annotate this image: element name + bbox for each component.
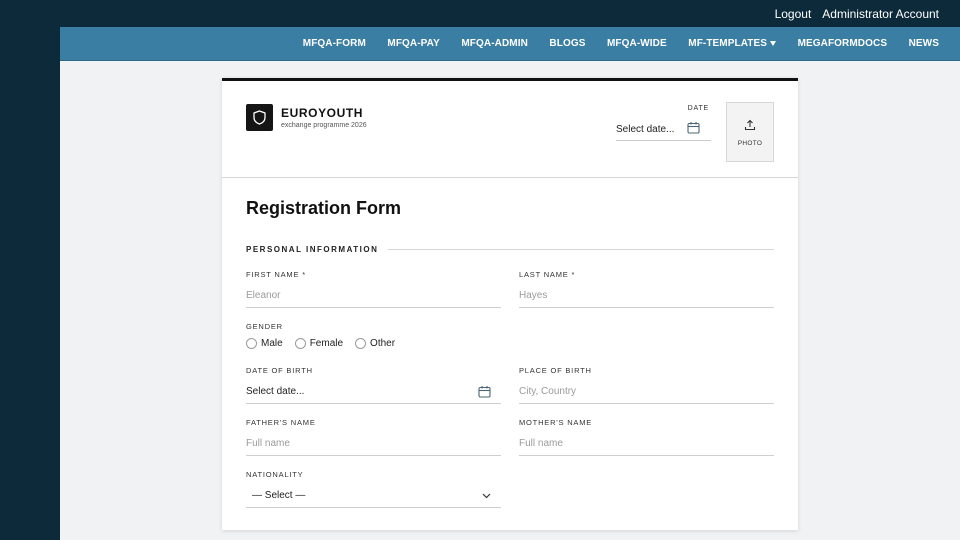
nav-item-mfqa-form[interactable]: MFQA-FORM — [303, 38, 366, 49]
gender-option-male[interactable]: Male — [246, 338, 283, 349]
last-name-label: LAST NAME — [519, 270, 569, 279]
father-name-label: FATHER'S NAME — [246, 418, 316, 427]
nav-label: MFQA-PAY — [387, 38, 440, 49]
nav-label: MF-TEMPLATES — [688, 38, 768, 49]
section-title: PERSONAL INFORMATION — [246, 245, 379, 254]
nationality-value: — Select — — [252, 490, 306, 501]
nav-item-megaformdocs[interactable]: MEGAFORMDOCS — [798, 38, 888, 49]
radio-button[interactable] — [294, 338, 306, 349]
radio-label: Female — [309, 338, 344, 349]
shield-icon — [246, 104, 273, 131]
first-name-placeholder: Eleanor — [246, 290, 281, 301]
mother-name-label: MOTHER'S NAME — [519, 418, 593, 427]
mother-name-field: MOTHER'S NAME Full name — [519, 418, 774, 456]
nationality-select[interactable]: — Select — — [246, 484, 501, 508]
gender-label: GENDER — [246, 322, 283, 331]
brand-name: EUROYOUTH — [281, 106, 364, 120]
header-date-value: Select date... — [616, 123, 675, 135]
pob-label: PLACE OF BIRTH — [519, 366, 592, 375]
dob-input[interactable]: Select date... — [246, 380, 501, 404]
last-name-input[interactable]: Hayes — [519, 284, 774, 308]
father-name-placeholder: Full name — [246, 438, 290, 449]
father-name-field: FATHER'S NAME Full name — [246, 418, 501, 456]
nav-label: MFQA-WIDE — [606, 38, 667, 49]
section-divider — [388, 249, 774, 250]
nationality-field: NATIONALITY — Select — — [246, 470, 501, 508]
first-name-label: FIRST NAME — [246, 270, 300, 279]
last-name-placeholder: Hayes — [519, 290, 548, 301]
radio-label: Male — [261, 338, 283, 349]
header-divider — [222, 177, 798, 178]
nationality-label: NATIONALITY — [246, 470, 304, 479]
dob-value: Select date... — [246, 386, 305, 397]
gender-option-female[interactable]: Female — [294, 338, 344, 349]
header-date-input[interactable]: Select date... — [616, 118, 711, 141]
nav-item-mfqa-wide[interactable]: MFQA-WIDE — [607, 38, 667, 49]
nav-label: MEGAFORMDOCS — [797, 38, 888, 49]
pob-input[interactable]: City, Country — [519, 380, 774, 404]
calendar-icon[interactable] — [687, 121, 700, 137]
dob-field: DATE OF BIRTH Select date... — [246, 366, 501, 404]
nav-item-mfqa-admin[interactable]: MFQA-ADMIN — [461, 38, 528, 49]
dob-label: DATE OF BIRTH — [246, 366, 313, 375]
left-sidebar — [0, 27, 60, 540]
nav-item-news[interactable]: NEWS — [909, 38, 939, 49]
nav-label: NEWS — [908, 38, 939, 49]
first-name-input[interactable]: Eleanor — [246, 284, 501, 308]
father-name-input[interactable]: Full name — [246, 432, 501, 456]
header-date-field: DATE Select date... — [616, 105, 711, 141]
radio-button[interactable] — [246, 338, 257, 349]
mother-name-placeholder: Full name — [519, 438, 563, 449]
upload-icon — [744, 118, 756, 136]
first-name-field: FIRST NAME * Eleanor — [246, 270, 501, 308]
top-bar: Logout Administrator Account — [0, 0, 960, 27]
gender-field: GENDER — [246, 322, 501, 331]
pob-placeholder: City, Country — [519, 386, 577, 397]
radio-label: Other — [370, 338, 396, 349]
header-date-label: DATE — [687, 105, 709, 112]
account-link[interactable]: Administrator Account — [822, 7, 939, 21]
registration-card: EUROYOUTH exchange programme 2026 DATE S… — [222, 78, 798, 530]
gender-radio-group: Male Female Other — [246, 338, 407, 349]
radio-button[interactable] — [355, 338, 367, 349]
caret-down-icon — [770, 41, 777, 46]
nav-item-blogs[interactable]: BLOGS — [549, 38, 585, 49]
nav-label: MFQA-ADMIN — [461, 38, 528, 49]
photo-upload[interactable]: PHOTO — [726, 102, 774, 162]
nav-label: MFQA-FORM — [302, 38, 366, 49]
required-marker: * — [302, 270, 306, 279]
main-nav: MFQA-FORM MFQA-PAY MFQA-ADMIN BLOGS MFQA… — [60, 27, 960, 61]
required-marker: * — [571, 270, 576, 279]
nav-label: BLOGS — [549, 38, 586, 49]
mother-name-input[interactable]: Full name — [519, 432, 774, 456]
calendar-icon[interactable] — [478, 385, 491, 398]
photo-label: PHOTO — [737, 139, 763, 147]
gender-option-other[interactable]: Other — [355, 338, 395, 349]
form-title: Registration Form — [246, 198, 402, 218]
logout-link[interactable]: Logout — [775, 7, 812, 21]
nav-item-mfqa-pay[interactable]: MFQA-PAY — [387, 38, 439, 49]
nav-item-mf-templates[interactable]: MF-TEMPLATES — [688, 38, 777, 49]
pob-field: PLACE OF BIRTH City, Country — [519, 366, 774, 404]
brand-subtitle: exchange programme 2026 — [281, 122, 367, 129]
brand: EUROYOUTH exchange programme 2026 — [246, 104, 367, 131]
section-heading: PERSONAL INFORMATION — [246, 245, 774, 254]
last-name-field: LAST NAME * Hayes — [519, 270, 774, 308]
chevron-down-icon — [482, 493, 491, 499]
